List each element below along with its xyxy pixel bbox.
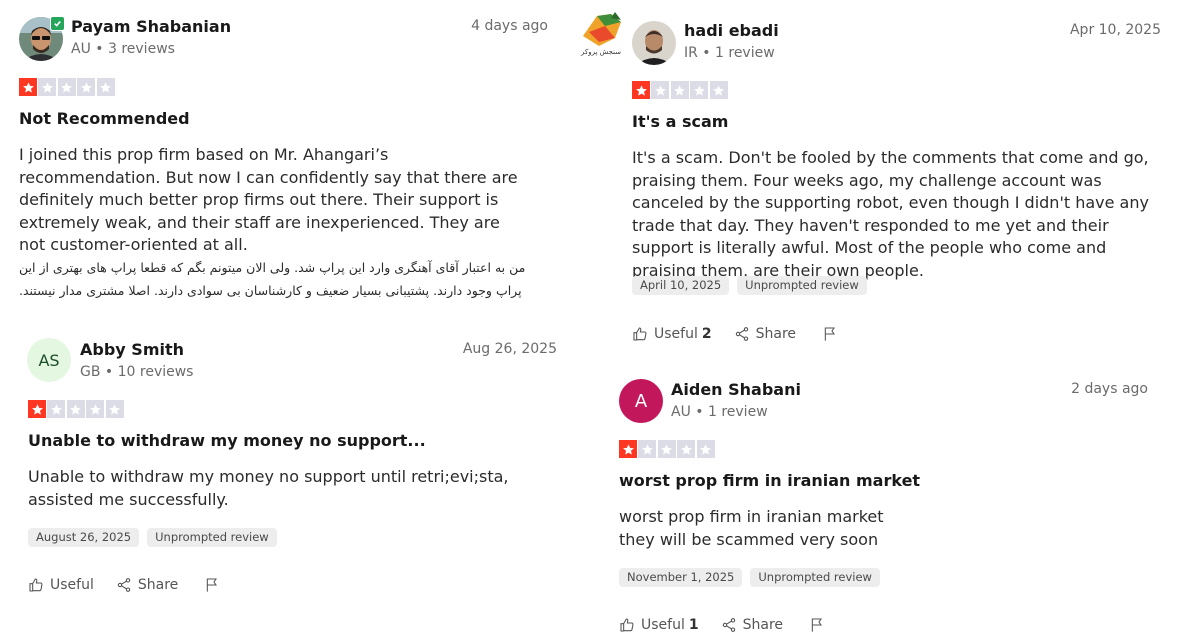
review-actions: Useful 1 Share	[619, 617, 825, 633]
reviewer-meta: GB • 10 reviews	[80, 364, 194, 380]
unprompted-review-tag[interactable]: Unprompted review	[147, 528, 277, 547]
star-rating	[619, 440, 715, 458]
star-icon	[47, 400, 66, 418]
review-date: 4 days ago	[471, 18, 548, 34]
review-title[interactable]: worst prop firm in iranian market	[619, 471, 920, 491]
star-icon	[690, 81, 709, 99]
useful-count: 2	[701, 326, 712, 342]
star-icon	[677, 440, 696, 458]
reviewer-meta: AU • 3 reviews	[71, 41, 175, 57]
star-icon	[632, 81, 650, 99]
star-icon	[57, 78, 76, 96]
review-date: Apr 10, 2025	[1069, 22, 1161, 38]
star-icon	[38, 78, 57, 96]
flag-icon	[207, 578, 218, 592]
thumbs-up-icon	[633, 327, 647, 341]
share-icon	[735, 327, 748, 341]
useful-button[interactable]: Useful 1	[619, 617, 699, 633]
star-icon	[638, 440, 657, 458]
share-button[interactable]: Share	[116, 577, 178, 593]
share-label: Share	[137, 577, 179, 593]
star-icon	[709, 81, 728, 99]
avatar[interactable]: AS	[27, 338, 71, 382]
useful-label: Useful	[50, 577, 94, 593]
report-button[interactable]	[809, 617, 825, 633]
star-icon	[657, 440, 676, 458]
reviewer-name[interactable]: hadi ebadi	[684, 21, 779, 41]
star-rating	[632, 81, 728, 99]
star-icon	[19, 78, 37, 96]
share-icon	[117, 578, 131, 592]
review-body: Unable to withdraw my money no support u…	[28, 467, 509, 509]
review-title[interactable]: Unable to withdraw my money no support..…	[28, 431, 426, 451]
review-body-line: worst prop firm in iranian market	[619, 507, 884, 526]
flag-icon	[811, 618, 823, 632]
thumbs-up-icon	[620, 618, 634, 632]
review-date: Aug 26, 2025	[462, 341, 557, 357]
avatar[interactable]	[632, 21, 676, 65]
unprompted-review-tag[interactable]: Unprompted review	[750, 568, 880, 587]
unprompted-review-tag[interactable]: Unprompted review	[737, 276, 867, 295]
reviewer-name[interactable]: Aiden Shabani	[671, 380, 801, 400]
star-icon	[77, 78, 96, 96]
star-icon	[105, 400, 124, 418]
review-body: I joined this prop firm based on Mr. Aha…	[19, 145, 518, 254]
star-rating	[28, 400, 124, 418]
reviewer-name[interactable]: Payam Shabanian	[71, 17, 231, 37]
useful-button[interactable]: Useful 2	[632, 326, 712, 342]
share-label: Share	[742, 617, 784, 633]
useful-label: Useful	[654, 326, 698, 342]
review-tags: August 26, 2025 Unprompted review	[28, 528, 277, 547]
reviewer-meta: IR • 1 review	[684, 45, 775, 61]
report-button[interactable]	[204, 577, 220, 593]
reviewer-name[interactable]: Abby Smith	[80, 340, 184, 360]
review-body-persian: من به اعتبار آقای آهنگری وارد این پراپ ش…	[19, 260, 526, 298]
star-icon	[619, 440, 637, 458]
star-icon	[86, 400, 105, 418]
thumbs-up-icon	[29, 578, 43, 592]
review-tags: April 10, 2025 Unprompted review	[632, 276, 867, 295]
star-icon	[670, 81, 689, 99]
review-actions: Useful Share	[28, 577, 220, 593]
verified-badge-icon	[50, 16, 65, 31]
avatar[interactable]: A	[619, 379, 663, 423]
review-body-line: they will be scammed very soon	[619, 530, 879, 549]
review-title[interactable]: Not Recommended	[19, 109, 190, 129]
share-label: Share	[755, 326, 797, 342]
experience-date-tag: August 26, 2025	[28, 528, 140, 547]
flag-icon	[824, 327, 836, 341]
useful-button[interactable]: Useful	[28, 577, 94, 593]
useful-count: 1	[688, 617, 699, 633]
experience-date-tag: April 10, 2025	[632, 276, 730, 295]
share-button[interactable]: Share	[734, 326, 796, 342]
review-tags: November 1, 2025 Unprompted review	[619, 568, 880, 587]
review-actions: Useful 2 Share	[632, 326, 838, 342]
avatar-initials: AS	[38, 350, 60, 370]
share-icon	[722, 618, 735, 632]
review-title[interactable]: It's a scam	[632, 112, 728, 132]
star-icon	[28, 400, 46, 418]
report-button[interactable]	[822, 326, 838, 342]
useful-label: Useful	[641, 617, 685, 633]
star-icon	[96, 78, 115, 96]
star-icon	[696, 440, 715, 458]
experience-date-tag: November 1, 2025	[619, 568, 743, 587]
review-body: It's a scam. Don't be fooled by the comm…	[632, 148, 1149, 280]
star-icon	[66, 400, 85, 418]
star-icon	[651, 81, 670, 99]
reviewer-meta: AU • 1 review	[671, 404, 768, 420]
star-rating	[19, 78, 115, 96]
company-logo: سنجش پروکر	[575, 8, 629, 60]
company-logo-text: سنجش پروکر	[581, 48, 622, 56]
review-date: 2 days ago	[1071, 381, 1148, 397]
avatar-initials: A	[634, 390, 648, 412]
share-button[interactable]: Share	[721, 617, 783, 633]
